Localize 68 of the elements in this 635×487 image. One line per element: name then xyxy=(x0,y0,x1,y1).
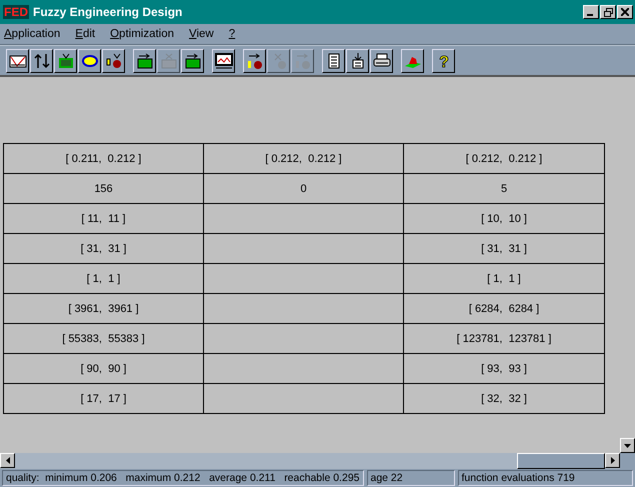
table-cell: [ 123781, 123781 ] xyxy=(404,324,604,354)
right-arrow-icon xyxy=(610,457,614,464)
screen-arrow-icon xyxy=(184,52,202,68)
help-icon: ? xyxy=(434,52,452,68)
left-arrow-icon xyxy=(6,457,10,464)
toolbar-button[interactable] xyxy=(346,48,369,72)
toolbar-button[interactable] xyxy=(181,48,204,72)
graph-icon xyxy=(8,52,26,68)
table-cell: [ 55383, 55383 ] xyxy=(4,324,204,354)
status-pane: age 22 xyxy=(366,470,454,486)
toolbar-button[interactable] xyxy=(322,48,345,72)
ball-arrow-icon xyxy=(294,52,312,68)
table-cell: 156 xyxy=(4,174,204,204)
table-cell: 0 xyxy=(204,174,404,204)
down-arrow-icon xyxy=(624,444,631,448)
table-cell: 5 xyxy=(404,174,604,204)
menu-item[interactable]: Edit xyxy=(75,28,96,40)
printer-icon xyxy=(372,52,390,68)
toolbar-button[interactable] xyxy=(78,48,101,72)
status-pane: quality: minimum 0.206 maximum 0.212 average 0.211 reachable 0.295 xyxy=(2,470,364,486)
table-cell: [ 1, 1 ] xyxy=(4,264,204,294)
toolbar-button[interactable] xyxy=(370,48,393,72)
toolbar-button[interactable] xyxy=(54,48,77,72)
screen-cross-icon xyxy=(160,52,178,68)
restore-button[interactable] xyxy=(600,5,616,19)
restore-icon xyxy=(604,8,612,16)
table-cell: [ 0.212, 0.212 ] xyxy=(204,144,404,174)
status-pane: function evaluations 719 xyxy=(458,470,633,486)
screen-arrow-icon xyxy=(136,52,154,68)
menu-item[interactable]: ? xyxy=(228,28,236,40)
menu-item[interactable]: Application xyxy=(4,28,60,40)
close-button[interactable] xyxy=(617,5,633,19)
table-cell: [ 0.211, 0.212 ] xyxy=(4,144,204,174)
toolbar-button[interactable] xyxy=(401,48,424,72)
toolbar-button[interactable] xyxy=(243,48,266,72)
ball-arrow-icon xyxy=(246,52,264,68)
toolbar-button[interactable] xyxy=(102,48,125,72)
menu-item[interactable]: Optimization xyxy=(110,28,174,40)
scroll-left-button[interactable] xyxy=(0,453,15,468)
scroll-down-button[interactable] xyxy=(620,438,635,453)
minimize-button[interactable] xyxy=(583,5,599,19)
close-icon xyxy=(621,8,629,16)
toolbar-button[interactable] xyxy=(133,48,156,72)
table-cell: [ 93, 93 ] xyxy=(404,354,604,384)
up-down-arrows-icon xyxy=(32,52,50,68)
toolbar-button[interactable] xyxy=(212,48,235,72)
table-cell: [ 31, 31 ] xyxy=(4,234,204,264)
table-cell: [ 32, 32 ] xyxy=(404,384,604,414)
table-cell: [ 3961, 3961 ] xyxy=(4,294,204,324)
tv-icon xyxy=(56,52,74,68)
table-cell: [ 6284, 6284 ] xyxy=(404,294,604,324)
table-cell: [ 0.212, 0.212 ] xyxy=(404,144,604,174)
table-cell: [ 90, 90 ] xyxy=(4,354,204,384)
table-cell: [ 10, 10 ] xyxy=(404,204,604,234)
toolbar-button[interactable] xyxy=(30,48,53,72)
table-cell: [ 31, 31 ] xyxy=(404,234,604,264)
scroll-thumb[interactable] xyxy=(517,453,605,469)
window-title: Fuzzy Engineering Design xyxy=(33,5,184,19)
table-cell: [ 11, 11 ] xyxy=(4,204,204,234)
vertical-scrollbar[interactable] xyxy=(620,75,635,453)
table-cell: [ 1, 1 ] xyxy=(404,264,604,294)
table-cell: [ 17, 17 ] xyxy=(4,384,204,414)
menu-item[interactable]: View xyxy=(189,28,214,40)
scroll-right-button[interactable] xyxy=(605,453,620,468)
chart-screen-icon xyxy=(214,52,232,68)
toolbar-button[interactable] xyxy=(6,48,29,72)
app-logo: FED xyxy=(3,5,29,19)
horizontal-scrollbar[interactable] xyxy=(0,453,620,469)
